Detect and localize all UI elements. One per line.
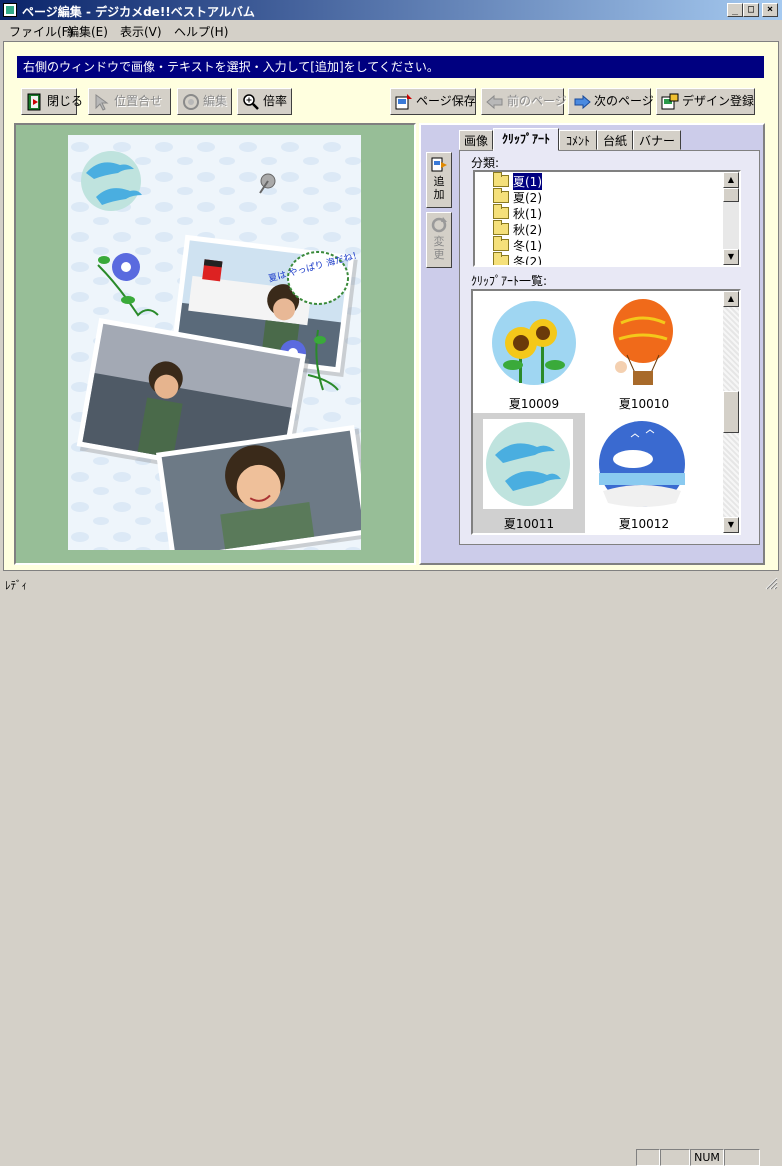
folder-icon xyxy=(493,188,509,203)
category-item-label: 夏(2) xyxy=(513,190,542,205)
clipart-name: 夏10011 xyxy=(503,517,555,531)
tab-comment[interactable]: ｺﾒﾝﾄ xyxy=(559,130,597,150)
folder-icon xyxy=(493,236,509,251)
save-page-label: ページ保存 xyxy=(416,94,476,108)
folder-icon xyxy=(493,204,509,219)
zoom-button[interactable]: 倍率 xyxy=(237,88,292,115)
category-item-label: 秋(2) xyxy=(513,222,542,237)
maximize-button[interactable]: □ xyxy=(743,3,759,17)
add-button[interactable]: 追加 xyxy=(426,152,452,208)
tab-mount[interactable]: 台紙 xyxy=(597,130,633,150)
clipart-name: 夏10012 xyxy=(618,517,670,531)
edit-button[interactable]: 編集 xyxy=(177,88,232,115)
zoom-label: 倍率 xyxy=(263,94,288,108)
tab-banner[interactable]: バナー xyxy=(633,130,681,150)
close-page-button[interactable]: 閉じる xyxy=(21,88,83,115)
refresh-icon xyxy=(431,217,447,233)
add-icon xyxy=(431,157,447,172)
close-page-label: 閉じる xyxy=(47,94,84,108)
right-arrow-icon xyxy=(573,93,591,111)
folder-icon xyxy=(493,252,509,265)
clipart-item[interactable]: 夏10010 xyxy=(591,293,701,411)
clipart-list-label: ｸﾘｯﾌﾟｱｰﾄ一覧: xyxy=(471,274,548,288)
resize-grip-icon[interactable] xyxy=(764,575,778,591)
title-bar: ページ編集 - デジカメde!!ベストアルバム _ □ × xyxy=(0,0,782,20)
scroll-down-arrow-icon[interactable]: ▼ xyxy=(723,517,739,533)
page-artwork: 夏は やっぱり 海だね！ xyxy=(68,135,361,550)
album-page[interactable]: 夏は やっぱり 海だね！ xyxy=(68,135,361,550)
clipart-item[interactable]: 夏10012 xyxy=(591,413,701,533)
num-lock-indicator: NUM xyxy=(690,1149,724,1166)
change-button[interactable]: 変更 xyxy=(426,212,452,268)
next-page-button[interactable]: 次のページ xyxy=(568,88,654,115)
clipart-name: 夏10010 xyxy=(618,397,670,411)
left-arrow-icon xyxy=(486,93,504,111)
tab-images[interactable]: 画像 xyxy=(459,130,493,150)
status-panel xyxy=(724,1149,760,1166)
hot-air-balloon-icon xyxy=(613,299,673,385)
close-window-button[interactable]: × xyxy=(762,3,778,17)
menu-bar: ファイル(F) 編集(E) 表示(V) ヘルプ(H) xyxy=(0,20,782,40)
prev-page-button[interactable]: 前のページ xyxy=(481,88,567,115)
category-scroll-thumb[interactable] xyxy=(723,188,739,202)
magnifier-icon xyxy=(242,93,260,111)
change-label: 変更 xyxy=(433,235,445,261)
clipart-scroll-thumb[interactable] xyxy=(723,391,739,433)
clipart-scrollbar[interactable]: ▲ ▼ xyxy=(723,291,739,533)
clipart-item[interactable]: 夏10009 xyxy=(479,293,589,411)
design-register-icon xyxy=(661,93,679,111)
menu-help[interactable]: ヘルプ(H) xyxy=(174,23,228,40)
minimize-button[interactable]: _ xyxy=(727,3,743,17)
menu-file[interactable]: ファイル(F) xyxy=(9,23,73,40)
design-register-button[interactable]: デザイン登録 xyxy=(656,88,755,115)
clipart-grid[interactable]: 夏10009 夏10010 夏10011 夏10012 ▲ ▼ xyxy=(471,289,741,535)
cursor-icon xyxy=(93,93,111,111)
menu-edit[interactable]: 編集(E) xyxy=(67,23,108,40)
window-title: ページ編集 - デジカメde!!ベストアルバム xyxy=(22,5,255,19)
category-item[interactable]: 秋(2) xyxy=(493,220,542,237)
clipart-item-selected[interactable]: 夏10011 xyxy=(473,413,585,533)
category-tree[interactable]: 夏(1) 夏(2) 秋(1) 秋(2) 冬(1) 冬(2) ▲ ▼ xyxy=(473,170,741,267)
folder-icon xyxy=(493,220,509,235)
seaside-icon xyxy=(599,421,685,507)
category-label: 分類: xyxy=(471,156,500,170)
category-item[interactable]: 夏(1) xyxy=(493,172,542,190)
tab-clipart[interactable]: ｸﾘｯﾌﾟｱｰﾄ xyxy=(493,128,559,151)
add-label: 追加 xyxy=(433,175,445,201)
category-item-label: 秋(1) xyxy=(513,206,542,221)
scroll-down-arrow-icon[interactable]: ▼ xyxy=(723,249,739,265)
design-register-label: デザイン登録 xyxy=(682,94,755,108)
sunflower-icon xyxy=(492,301,576,385)
category-item[interactable]: 夏(2) xyxy=(493,188,542,205)
edit-label: 編集 xyxy=(203,94,228,108)
prev-page-label: 前のページ xyxy=(507,94,567,108)
status-bar: ﾚﾃﾞｨ NUM xyxy=(0,573,782,1166)
app-icon[interactable] xyxy=(3,3,17,17)
folder-open-icon xyxy=(493,172,509,187)
status-panel xyxy=(660,1149,690,1166)
category-item[interactable]: 冬(1) xyxy=(493,236,542,253)
instruction-bar: 右側のウィンドウで画像・テキストを選択・入力して[追加]をしてください。 xyxy=(17,56,764,78)
save-page-icon xyxy=(395,93,413,111)
exit-door-icon xyxy=(26,93,44,111)
position-align-label: 位置合せ xyxy=(114,94,163,108)
position-align-button[interactable]: 位置合せ xyxy=(88,88,171,115)
category-item-label: 夏(1) xyxy=(513,172,542,190)
scroll-up-arrow-icon[interactable]: ▲ xyxy=(723,172,739,188)
clipart-name: 夏10009 xyxy=(508,397,560,411)
category-item-label: 冬(2) xyxy=(513,254,542,267)
category-item-label: 冬(1) xyxy=(513,238,542,253)
menu-view[interactable]: 表示(V) xyxy=(120,23,162,40)
category-item[interactable]: 冬(2) xyxy=(493,252,542,267)
status-text: ﾚﾃﾞｨ xyxy=(5,579,27,592)
dolphin-icon xyxy=(483,419,573,509)
edit-icon xyxy=(182,93,200,111)
category-scrollbar[interactable]: ▲ ▼ xyxy=(723,172,739,265)
category-item[interactable]: 秋(1) xyxy=(493,204,542,221)
status-panel xyxy=(636,1149,660,1166)
save-page-button[interactable]: ページ保存 xyxy=(390,88,476,115)
scroll-up-arrow-icon[interactable]: ▲ xyxy=(723,291,739,307)
next-page-label: 次のページ xyxy=(594,94,654,108)
